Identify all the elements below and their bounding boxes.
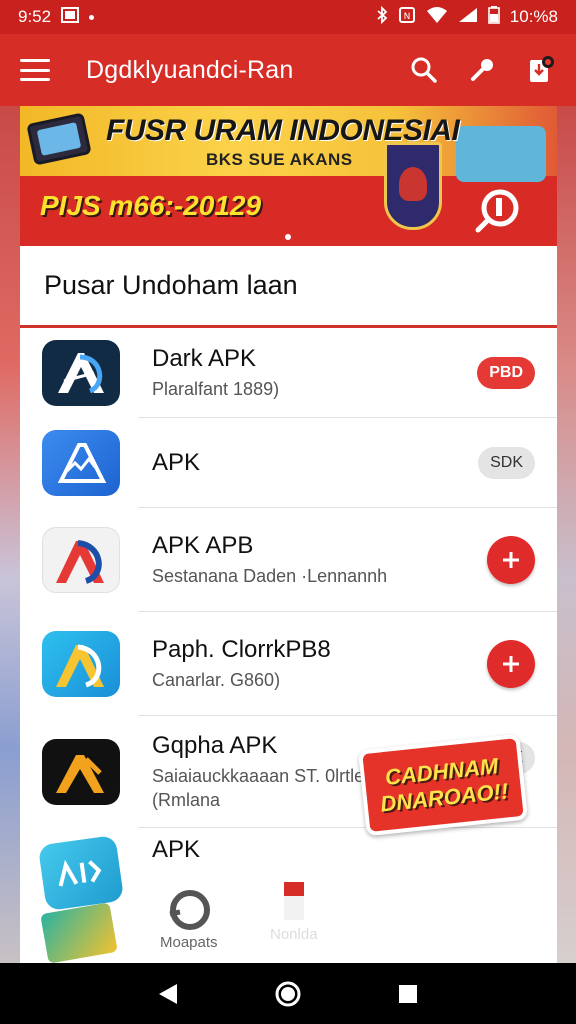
promo-sticker[interactable]: CADHNAM DNAROAO!! <box>357 733 529 837</box>
home-icon[interactable] <box>274 980 302 1008</box>
emblem-icon <box>384 142 442 230</box>
app-bar: Dgdklyuandci-Ran <box>0 34 576 106</box>
app-title: Dgdklyuandci-Ran <box>86 55 294 84</box>
action-button[interactable]: SDK <box>478 447 535 479</box>
chat-icon <box>169 890 210 930</box>
bookmark-icon <box>283 882 304 920</box>
app-icon <box>42 430 120 496</box>
list-item[interactable]: Paph. ClorrkPB8 Canarlar. G860) <box>20 612 557 716</box>
add-button[interactable] <box>487 640 535 688</box>
carousel-indicator <box>285 234 291 240</box>
search-icon[interactable] <box>410 56 438 84</box>
main-card: FUSR URAM INDONESIAI BKS SUE AKANS PIJS … <box>20 106 557 963</box>
app-name: Dark APK <box>152 345 257 372</box>
app-icon <box>42 527 120 593</box>
app-meta: Canarlar. G860) <box>152 670 281 690</box>
status-time: 9:52 <box>18 7 52 26</box>
bluetooth-icon <box>376 5 388 29</box>
app-list: Dark APK Plaralfant 1889) PBD APK SDK AP… <box>20 328 557 918</box>
status-bar: 9:52 N 10:%8 <box>0 0 576 34</box>
vibrate-icon: N <box>398 6 416 29</box>
banner-title: FUSR URAM INDONESIAI <box>106 114 460 147</box>
wifi-icon <box>426 6 448 28</box>
list-item[interactable]: APK SDK <box>20 418 557 508</box>
recents-icon[interactable] <box>397 983 419 1005</box>
app-stack-illustration <box>40 902 118 963</box>
action-button[interactable]: PBD <box>477 357 535 389</box>
app-icon <box>37 834 125 912</box>
add-button[interactable] <box>487 536 535 584</box>
brand-logo-icon <box>475 189 519 233</box>
notification-dot-icon <box>89 14 95 20</box>
app-name: Paph. ClorrkPB8 <box>152 636 331 663</box>
download-icon[interactable] <box>526 54 556 86</box>
banner-subtitle: BKS SUE AKANS <box>206 150 353 169</box>
background-right <box>556 105 576 965</box>
list-item[interactable]: APK APB Sestanana Daden ·Lennannh <box>20 508 557 612</box>
nav-item-nonlda[interactable]: Nonlda <box>270 878 318 943</box>
app-meta: Plaralfant 1889) <box>152 379 280 399</box>
status-clock: 10:%8 <box>509 7 558 26</box>
list-item[interactable]: Dark APK Plaralfant 1889) PBD <box>20 328 557 418</box>
bottom-nav: Moapats Nonlda <box>160 882 380 958</box>
app-icon <box>42 631 120 697</box>
system-nav-bar <box>0 963 576 1024</box>
section-title: Pusar Undoham laan <box>44 270 298 300</box>
menu-icon[interactable] <box>20 59 50 81</box>
app-meta: Sestanana Daden ·Lennannh <box>152 566 388 586</box>
signal-icon <box>458 7 478 28</box>
nav-label: Nonlda <box>270 926 318 943</box>
app-icon <box>42 739 120 805</box>
battery-icon <box>487 5 500 29</box>
nav-item-moapats[interactable]: Moapats <box>160 888 218 951</box>
background-left <box>0 105 20 965</box>
app-name: APK <box>152 449 201 476</box>
wrench-icon[interactable] <box>468 56 496 84</box>
back-icon[interactable] <box>157 982 179 1006</box>
gallery-notification-icon <box>61 6 80 28</box>
nav-label: Moapats <box>160 934 218 951</box>
gadget-illustration <box>456 126 546 182</box>
app-icon <box>42 340 120 406</box>
svg-text:N: N <box>403 12 410 22</box>
app-name: APK <box>152 836 201 863</box>
app-name: APK APB <box>152 532 254 559</box>
banner-date: PIJS m66:-20129 <box>40 190 262 221</box>
section-header: Pusar Undoham laan <box>20 246 557 328</box>
promo-banner[interactable]: FUSR URAM INDONESIAI BKS SUE AKANS PIJS … <box>20 106 557 246</box>
